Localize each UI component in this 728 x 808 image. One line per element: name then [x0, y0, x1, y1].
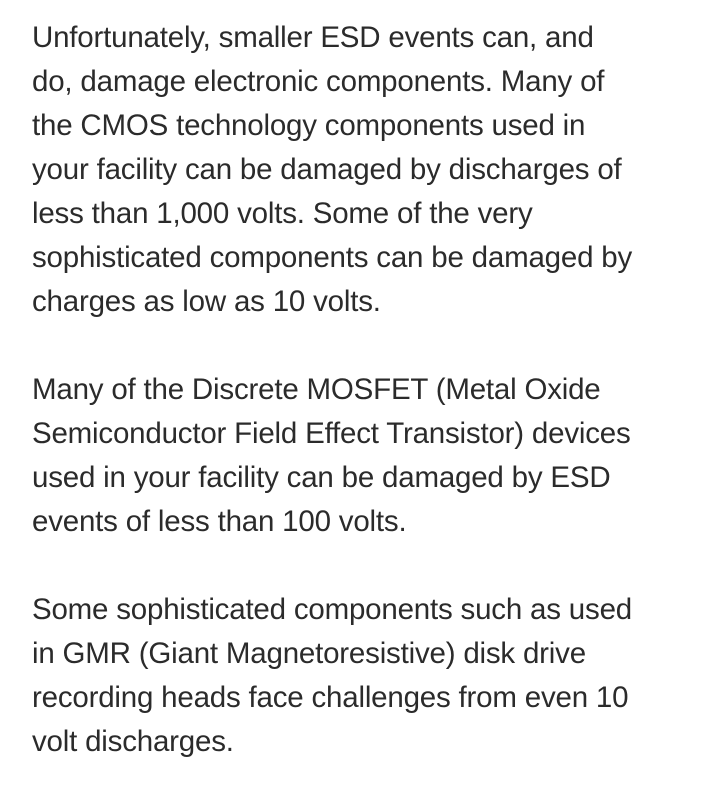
text-line: Semiconductor Field Effect Transistor) d… [32, 417, 631, 450]
paragraph-cmos-damage: Unfortunately, smaller ESD events can, a… [32, 16, 722, 324]
text-line: your facility can be damaged by discharg… [32, 153, 622, 186]
text-line: used in your facility can be damaged by … [32, 461, 611, 494]
text-line: Some sophisticated components such as us… [32, 593, 632, 626]
text-line: recording heads face challenges from eve… [32, 681, 629, 714]
text-line: Many of the Discrete MOSFET (Metal Oxide [32, 373, 601, 406]
text-line: the CMOS technology components used in [32, 109, 586, 142]
text-line: volt discharges. [32, 725, 234, 758]
paragraph-gmr-damage: Some sophisticated components such as us… [32, 588, 722, 764]
text-line: do, damage electronic components. Many o… [32, 65, 605, 98]
document-body: Unfortunately, smaller ESD events can, a… [32, 16, 722, 808]
text-line: Unfortunately, smaller ESD events can, a… [32, 21, 594, 54]
text-line: events of less than 100 volts. [32, 505, 407, 538]
paragraph-mosfet-damage: Many of the Discrete MOSFET (Metal Oxide… [32, 368, 722, 544]
text-line: less than 1,000 volts. Some of the very [32, 197, 533, 230]
text-line: in GMR (Giant Magnetoresistive) disk dri… [32, 637, 586, 670]
text-line: charges as low as 10 volts. [32, 285, 381, 318]
text-line: sophisticated components can be damaged … [32, 241, 633, 274]
